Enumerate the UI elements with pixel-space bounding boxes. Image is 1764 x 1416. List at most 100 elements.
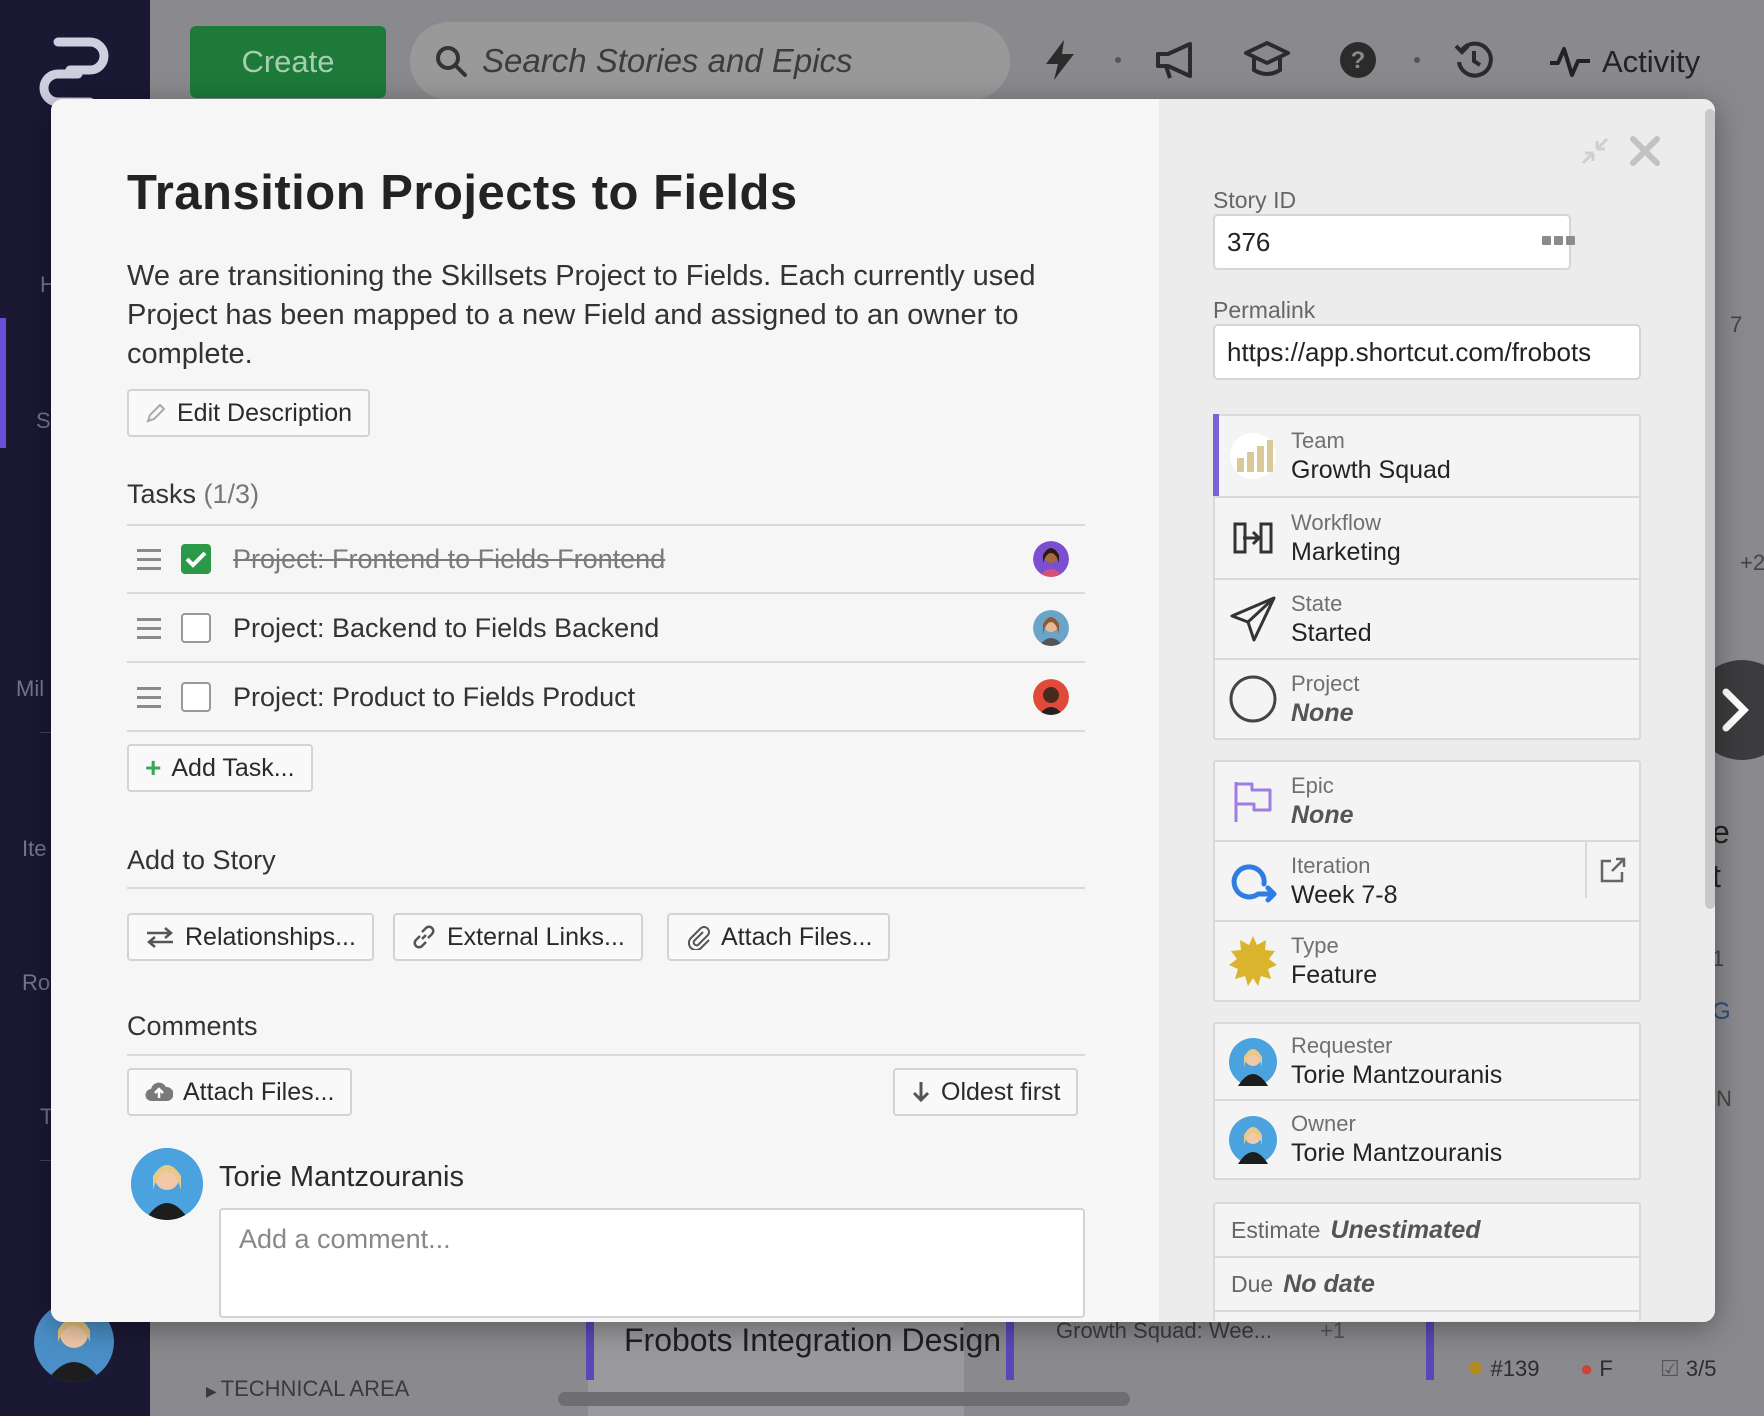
bg-f-badge: ● F — [1580, 1356, 1613, 1381]
close-icon[interactable] — [1627, 133, 1663, 169]
bg-right-fragment: +2 — [1740, 550, 1764, 575]
relationships-button[interactable]: Relationships... — [127, 913, 374, 961]
owner-label: Owner — [1291, 1111, 1356, 1136]
search-icon — [436, 46, 467, 77]
team-chart-icon — [1227, 430, 1279, 482]
drag-handle-icon[interactable] — [137, 686, 161, 708]
modal-scrollbar[interactable] — [1705, 109, 1715, 909]
create-button[interactable]: Create — [190, 26, 386, 98]
comment-attach-files-button[interactable]: Attach Files... — [127, 1068, 353, 1116]
iteration-field[interactable]: Iteration Week 7-8 — [1215, 842, 1639, 922]
add-task-button[interactable]: + Add Task... — [127, 744, 313, 792]
task-owner-avatar[interactable] — [1033, 610, 1069, 646]
task-checkbox[interactable] — [181, 544, 211, 574]
iteration-label: Iteration — [1291, 852, 1371, 878]
external-links-button[interactable]: External Links... — [393, 913, 643, 961]
permalink-field[interactable]: https://app.shortcut.com/frobots — [1213, 324, 1641, 380]
requester-avatar — [1227, 1036, 1279, 1088]
requester-value: Torie Mantzouranis — [1291, 1061, 1503, 1089]
drag-handle-icon[interactable] — [137, 617, 161, 639]
permalink-value: https://app.shortcut.com/frobots — [1227, 336, 1592, 367]
megaphone-icon[interactable] — [1152, 36, 1200, 84]
task-row[interactable]: Project: Backend to Fields Backend — [127, 595, 1085, 663]
comments-divider — [127, 1054, 1085, 1056]
team-field[interactable]: Team Growth Squad — [1213, 414, 1639, 498]
edit-description-button[interactable]: Edit Description — [127, 389, 371, 437]
story-description[interactable]: We are transitioning the Skillsets Proje… — [127, 257, 1077, 374]
requester-label: Requester — [1291, 1033, 1393, 1058]
iteration-cycle-icon — [1227, 855, 1279, 907]
graduation-cap-icon[interactable] — [1243, 36, 1291, 84]
task-checkbox[interactable] — [181, 682, 211, 712]
task-row[interactable]: Project: Product to Fields Product — [127, 664, 1085, 732]
estimate-field[interactable]: Estimate Unestimated — [1215, 1204, 1639, 1258]
task-owner-avatar[interactable] — [1033, 541, 1069, 577]
due-value: No date — [1283, 1269, 1375, 1298]
horizontal-scrollbar[interactable] — [558, 1392, 1130, 1406]
team-color-bar — [1213, 414, 1219, 496]
technical-area-label[interactable]: ▶ TECHNICAL AREA — [206, 1376, 409, 1402]
task-label[interactable]: Project: Backend to Fields Backend — [233, 613, 1033, 644]
task-label[interactable]: Project: Product to Fields Product — [233, 682, 1033, 713]
activity-button[interactable]: Activity — [1548, 34, 1700, 90]
due-label: Due — [1231, 1270, 1274, 1297]
task-owner-avatar[interactable] — [1033, 679, 1069, 715]
sidebar-fragment: S — [36, 408, 51, 433]
collapse-icon[interactable] — [1579, 135, 1611, 167]
activity-label: Activity — [1602, 44, 1701, 79]
paper-plane-icon — [1227, 593, 1279, 645]
sort-oldest-first-button[interactable]: Oldest first — [893, 1068, 1079, 1116]
history-icon[interactable] — [1450, 36, 1498, 84]
more-options-icon[interactable] — [1542, 236, 1575, 245]
epic-value: None — [1291, 800, 1354, 829]
state-field[interactable]: State Started — [1215, 580, 1639, 660]
project-value: None — [1291, 698, 1354, 727]
sidebar-fragment: Mil — [16, 676, 45, 701]
bg-id-badge: ✹ #139 — [1466, 1356, 1540, 1381]
oldest-first-label: Oldest first — [941, 1077, 1061, 1106]
add-task-label: Add Task... — [171, 753, 295, 782]
pencil-icon — [146, 403, 166, 423]
search-input[interactable]: Search Stories and Epics — [410, 22, 1010, 100]
attach-files-button[interactable]: Attach Files... — [667, 913, 891, 961]
due-date-field[interactable]: Due No date — [1215, 1258, 1639, 1312]
comment-author-avatar — [131, 1148, 203, 1220]
comment-attach-files-label: Attach Files... — [183, 1077, 335, 1106]
open-iteration-button[interactable] — [1585, 842, 1639, 898]
activity-pulse-icon — [1550, 47, 1590, 77]
bg-story-card-title: Frobots Integration Design — [624, 1322, 1002, 1358]
comment-input[interactable]: Add a comment... — [219, 1208, 1085, 1318]
epic-field[interactable]: Epic None — [1215, 762, 1639, 842]
workflow-label: Workflow — [1291, 509, 1382, 535]
iteration-value: Week 7-8 — [1291, 880, 1398, 909]
bg-tasks-badge: ☑ 3/5 — [1660, 1356, 1717, 1381]
project-field[interactable]: Project None — [1215, 660, 1639, 738]
state-label: State — [1291, 590, 1343, 616]
help-icon[interactable]: ? — [1334, 36, 1382, 84]
task-row[interactable]: Project: Frontend to Fields Frontend — [127, 526, 1085, 594]
story-id-field[interactable]: 376 — [1213, 214, 1571, 270]
comment-placeholder: Add a comment... — [239, 1224, 451, 1254]
type-value: Feature — [1291, 960, 1378, 989]
story-schedule-group: Estimate Unestimated Due No date — [1213, 1202, 1641, 1321]
epic-label: Epic — [1291, 772, 1334, 798]
svg-text:?: ? — [1351, 47, 1366, 74]
story-title[interactable]: Transition Projects to Fields — [127, 165, 798, 221]
bg-card-accent — [586, 1322, 594, 1380]
comments-heading: Comments — [127, 1011, 258, 1041]
drag-handle-icon[interactable] — [137, 548, 161, 570]
plus-icon: + — [145, 752, 162, 783]
owner-field[interactable]: Owner Torie Mantzouranis — [1215, 1101, 1639, 1178]
task-label[interactable]: Project: Frontend to Fields Frontend — [233, 544, 1033, 575]
requester-field[interactable]: Requester Torie Mantzouranis — [1215, 1024, 1639, 1101]
task-checkbox[interactable] — [181, 613, 211, 643]
estimate-value: Unestimated — [1330, 1215, 1481, 1244]
epic-flag-icon — [1227, 775, 1279, 827]
type-label: Type — [1291, 932, 1339, 958]
sidebar-active-indicator — [0, 318, 6, 448]
comment-author-name: Torie Mantzouranis — [219, 1161, 464, 1193]
permalink-label: Permalink — [1213, 297, 1316, 323]
workflow-field[interactable]: Workflow Marketing — [1215, 498, 1639, 580]
type-field[interactable]: Type Feature — [1215, 922, 1639, 1000]
lightning-icon[interactable] — [1036, 36, 1084, 84]
